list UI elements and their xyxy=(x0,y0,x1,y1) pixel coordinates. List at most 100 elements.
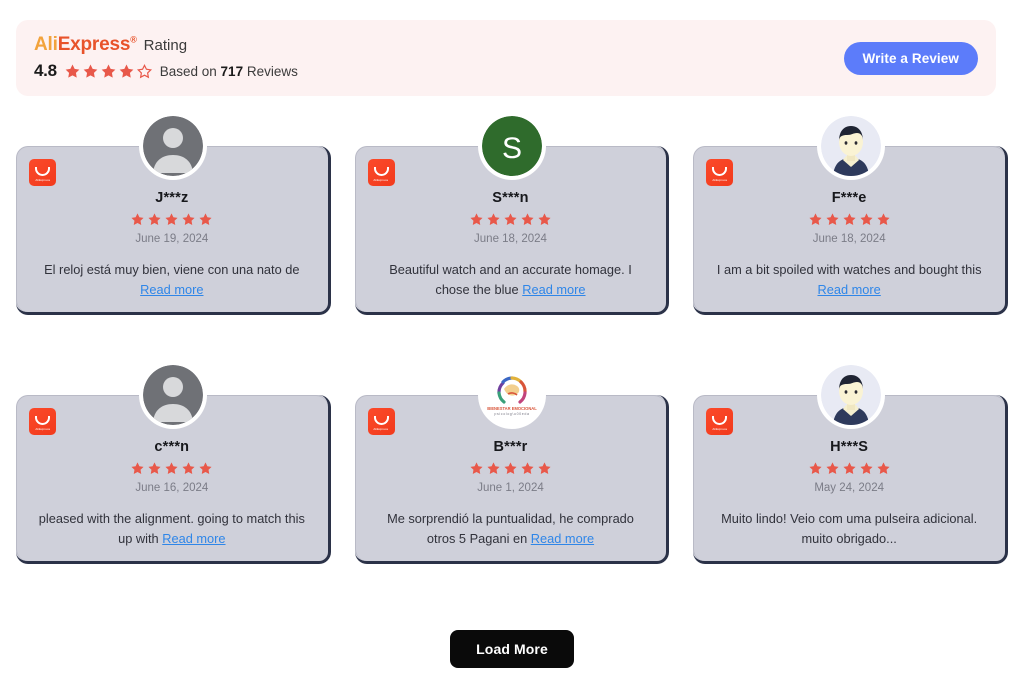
star-filled-icon xyxy=(843,213,856,225)
review-star-rating xyxy=(32,212,312,227)
reviews-page: AliExpress® Rating 4.8 Based on 717 Revi… xyxy=(0,0,1024,678)
star-filled-icon xyxy=(487,213,500,225)
review-body: pleased with the alignment. going to mat… xyxy=(32,509,312,549)
star-filled-icon xyxy=(83,64,98,78)
read-more-link[interactable]: Read more xyxy=(531,531,594,546)
star-filled-icon xyxy=(538,213,551,225)
aliexpress-badge-icon: AliExpress xyxy=(29,408,56,435)
review-cell: AliExpress H***S May 24, 2024 Muito lind… xyxy=(693,361,1008,564)
star-filled-icon xyxy=(809,213,822,225)
star-filled-icon xyxy=(538,462,551,474)
male-face-avatar-icon xyxy=(820,116,881,176)
read-more-link[interactable]: Read more xyxy=(140,282,203,297)
star-filled-icon xyxy=(504,213,517,225)
review-text: Muito lindo! Veio com uma pulseira adici… xyxy=(721,511,978,546)
rating-summary-header: AliExpress® Rating 4.8 Based on 717 Revi… xyxy=(16,20,996,96)
star-filled-icon xyxy=(826,213,839,225)
star-filled-icon xyxy=(101,64,116,78)
star-filled-icon xyxy=(521,462,534,474)
badge-brand-text: AliExpress xyxy=(35,426,50,431)
rating-score: 4.8 xyxy=(34,61,57,80)
review-count-number: 717 xyxy=(220,63,244,79)
star-filled-icon xyxy=(148,213,161,225)
load-more-container: Load More xyxy=(0,630,1024,668)
brand-logo-avatar-icon: BIENESTAR EMOCIONAL psicolog\u00eda xyxy=(481,365,542,425)
avatar xyxy=(816,361,885,429)
brand-row: AliExpress® Rating xyxy=(34,35,298,54)
aliexpress-badge-icon: AliExpress xyxy=(367,159,395,186)
badge-brand-text: AliExpress xyxy=(712,426,728,431)
star-filled-icon xyxy=(843,462,856,474)
star-filled-icon xyxy=(860,462,873,474)
write-a-review-button[interactable]: Write a Review xyxy=(843,41,978,75)
review-cell: AliExpress F***e June 18, 2024 I am a bi… xyxy=(693,112,1008,315)
read-more-link[interactable]: Read more xyxy=(522,282,585,297)
review-text: I am a bit spoiled with watches and boug… xyxy=(716,262,982,277)
star-filled-icon xyxy=(877,462,890,474)
star-filled-icon xyxy=(504,462,517,474)
review-body: I am a bit spoiled with watches and boug… xyxy=(709,260,989,300)
star-filled-icon xyxy=(487,462,500,474)
star-filled-icon xyxy=(165,462,178,474)
star-filled-icon xyxy=(860,213,873,225)
star-filled-icon xyxy=(131,213,144,225)
avatar xyxy=(139,112,208,180)
star-filled-icon xyxy=(470,213,483,225)
review-date: June 18, 2024 xyxy=(812,233,886,245)
review-body: Me sorprendió la puntualidad, he comprad… xyxy=(371,509,651,549)
review-date: June 16, 2024 xyxy=(135,482,209,494)
aliexpress-badge-icon: AliExpress xyxy=(706,159,734,186)
reviews-word: Reviews xyxy=(246,63,298,79)
read-more-link[interactable]: Read more xyxy=(162,531,225,546)
load-more-button[interactable]: Load More xyxy=(450,630,574,668)
star-filled-icon xyxy=(182,213,195,225)
aliexpress-badge-icon: AliExpress xyxy=(29,159,56,186)
badge-brand-text: AliExpress xyxy=(712,177,728,182)
review-star-rating xyxy=(709,212,989,227)
star-filled-icon xyxy=(199,213,212,225)
star-filled-icon xyxy=(148,462,161,474)
star-filled-icon xyxy=(470,462,483,474)
review-date: May 24, 2024 xyxy=(814,482,884,494)
default-silhouette-avatar-icon xyxy=(143,365,204,425)
logo-express-text: Express xyxy=(57,34,131,55)
initial-letter-avatar-icon: S xyxy=(481,116,542,176)
review-text: Me sorprendió la puntualidad, he comprad… xyxy=(387,511,634,546)
based-on-prefix: Based on xyxy=(159,63,217,79)
read-more-link[interactable]: Read more xyxy=(818,282,881,297)
review-cell: S AliExpress S***n June 18, 2024 Beautif… xyxy=(354,112,670,315)
review-cell: AliExpress c***n June 16, 2024 pleased w… xyxy=(16,361,331,564)
star-filled-icon xyxy=(809,462,822,474)
star-filled-icon xyxy=(199,462,212,474)
avatar: S xyxy=(477,112,546,180)
review-count-text: Based on 717 Reviews xyxy=(160,64,298,79)
star-half-icon xyxy=(136,63,152,78)
review-star-rating xyxy=(709,461,989,476)
star-filled-icon xyxy=(65,64,80,78)
star-filled-icon xyxy=(182,462,195,474)
review-text: Beautiful watch and an accurate homage. … xyxy=(389,262,632,297)
male-face-avatar-icon xyxy=(820,365,881,425)
badge-brand-text: AliExpress xyxy=(373,177,389,182)
review-date: June 1, 2024 xyxy=(477,482,544,494)
avatar xyxy=(139,361,208,429)
default-silhouette-avatar-icon xyxy=(143,116,204,176)
review-body: Beautiful watch and an accurate homage. … xyxy=(371,260,651,300)
avatar-logo-line1: BIENESTAR EMOCIONAL xyxy=(487,406,537,411)
star-filled-icon xyxy=(521,213,534,225)
star-filled-icon xyxy=(119,64,134,78)
review-body: El reloj está muy bien, viene con una na… xyxy=(32,260,312,300)
badge-brand-text: AliExpress xyxy=(373,426,389,431)
logo-ali-text: Ali xyxy=(34,34,58,55)
badge-brand-text: AliExpress xyxy=(35,177,50,182)
star-filled-icon xyxy=(826,462,839,474)
avatar xyxy=(816,112,885,180)
review-star-rating xyxy=(371,461,651,476)
review-cell: AliExpress J***z June 19, 2024 El reloj … xyxy=(16,112,331,315)
review-text: El reloj está muy bien, viene con una na… xyxy=(44,262,300,277)
rating-summary-text: AliExpress® Rating 4.8 Based on 717 Revi… xyxy=(34,35,298,81)
star-filled-icon xyxy=(165,213,178,225)
review-date: June 19, 2024 xyxy=(135,233,209,245)
header-star-rating xyxy=(64,63,153,80)
aliexpress-logo: AliExpress® xyxy=(34,35,137,54)
